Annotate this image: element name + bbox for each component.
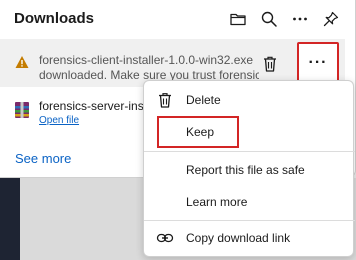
keep-highlight-box [157, 116, 239, 148]
open-folder-button[interactable] [226, 7, 250, 31]
menu-divider [144, 151, 355, 152]
menu-item-label: Copy download link [186, 231, 291, 245]
menu-item-label: Report this file as safe [186, 163, 305, 177]
menu-item-learn-more[interactable]: Learn more [144, 187, 355, 217]
download-context-menu: Delete Keep Report this file as safe Lea… [143, 80, 355, 257]
more-horizontal-icon [293, 17, 307, 21]
menu-item-label: Delete [186, 93, 221, 107]
search-icon [261, 11, 277, 27]
trash-icon [264, 56, 276, 72]
menu-item-delete[interactable]: Delete [144, 85, 355, 115]
more-options-button[interactable] [288, 7, 312, 31]
download-filename: forensics-server-installer [39, 99, 145, 113]
panel-header: Downloads [0, 0, 356, 38]
menu-divider [144, 220, 355, 221]
item-more-actions-button[interactable]: ··· [297, 42, 339, 84]
see-more-link[interactable]: See more [15, 151, 71, 166]
menu-item-report-safe[interactable]: Report this file as safe [144, 155, 355, 185]
download-filename: forensics-client-installer-1.0.0-win32.e… [39, 53, 254, 67]
open-file-link[interactable]: Open file [39, 115, 79, 126]
menu-item-label: Learn more [186, 195, 248, 209]
folder-icon [230, 13, 246, 26]
pin-panel-button[interactable] [319, 7, 343, 31]
archive-icon [15, 102, 29, 118]
delete-download-button[interactable] [258, 52, 282, 76]
pin-icon [323, 11, 339, 27]
background-window-dark [0, 178, 20, 260]
link-icon [156, 233, 174, 243]
panel-title: Downloads [14, 10, 95, 27]
menu-item-copy-link[interactable]: Copy download link [144, 223, 355, 253]
warning-icon [15, 56, 29, 68]
trash-icon [159, 93, 171, 108]
search-downloads-button[interactable] [257, 7, 281, 31]
